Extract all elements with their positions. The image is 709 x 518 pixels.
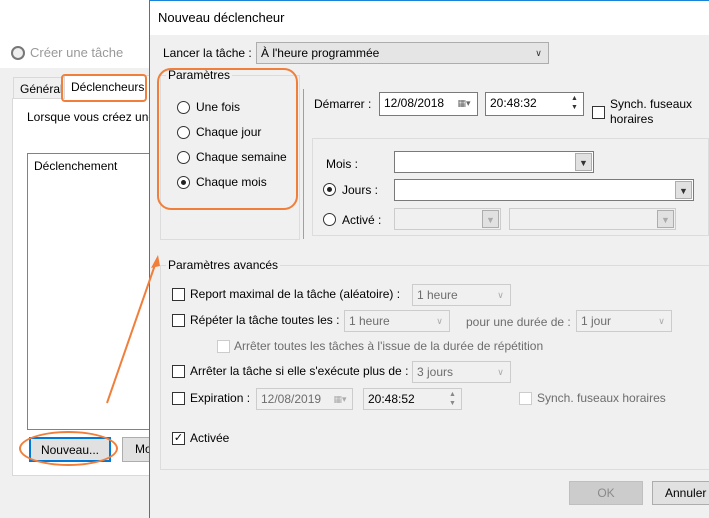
expiration-time-input[interactable]: 20:48:52 ▲ ▼	[363, 388, 462, 410]
days-select[interactable]: ▼	[394, 179, 694, 201]
weekday-select[interactable]: ▼	[509, 208, 676, 230]
stop-select[interactable]: 3 jours ∨	[412, 361, 511, 383]
duration-select[interactable]: 1 jour ∨	[576, 310, 672, 332]
intro-text: Lorsque vous créez une	[27, 110, 156, 124]
launch-label: Lancer la tâche :	[163, 46, 252, 60]
divider	[303, 89, 304, 239]
repeat-value: 1 heure	[349, 314, 390, 328]
stop-value: 3 jours	[417, 365, 454, 379]
radio-once[interactable]	[177, 101, 190, 114]
repeat-label: Répéter la tâche toutes les :	[190, 313, 340, 327]
calendar-icon: ▦▾	[333, 394, 347, 404]
dialog-title: Nouveau déclencheur	[150, 1, 709, 35]
create-task-titlebar: Créer une tâche	[0, 38, 160, 68]
repeat-select[interactable]: 1 heure ∨	[344, 310, 450, 332]
stop-label: Arrêter la tâche si elle s'exécute plus …	[190, 364, 409, 378]
delay-select[interactable]: 1 heure ∨	[412, 284, 511, 306]
calendar-icon[interactable]: ▦▾	[452, 94, 476, 112]
duration-value: 1 jour	[581, 314, 612, 328]
column-header-trigger: Déclenchement	[34, 159, 118, 173]
sync-timezones-label: Synch. fuseaux horaires	[610, 97, 693, 126]
expiration-date-value: 12/08/2019	[261, 392, 322, 406]
advanced-title: Paramètres avancés	[166, 258, 281, 272]
sync-timezones-checkbox[interactable]	[592, 106, 605, 119]
chevron-down-icon: ▼	[482, 210, 499, 228]
enabled-checkbox[interactable]: ✓	[172, 432, 185, 445]
radio-daily[interactable]	[177, 126, 190, 139]
option-weekly-label: Chaque semaine	[196, 150, 287, 164]
duration-label: pour une durée de :	[466, 315, 571, 329]
months-label: Mois :	[326, 157, 359, 171]
expiration-sync-label: Synch. fuseaux horaires	[537, 391, 666, 405]
week-select[interactable]: ▼	[394, 208, 501, 230]
start-label: Démarrer :	[314, 97, 372, 111]
cancel-button[interactable]: Annuler	[652, 481, 709, 505]
delay-value: 1 heure	[417, 288, 458, 302]
radio-days[interactable]	[323, 183, 336, 196]
chevron-down-icon: ∨	[658, 316, 665, 326]
ok-button[interactable]: OK	[569, 481, 643, 505]
expiration-time-value: 20:48:52	[368, 392, 415, 406]
days-label: Jours :	[342, 183, 379, 197]
option-daily-label: Chaque jour	[196, 125, 262, 139]
window-title: Créer une tâche	[30, 45, 124, 60]
stop-all-checkbox[interactable]	[217, 340, 230, 353]
radio-on[interactable]	[323, 213, 336, 226]
stop-all-label: Arrêter toutes les tâches à l'issue de l…	[234, 339, 544, 353]
highlight-tab	[61, 74, 147, 102]
chevron-down-icon: ▼	[657, 210, 674, 228]
chevron-down-icon: ∨	[436, 316, 443, 326]
chevron-down-icon: ∨	[497, 367, 504, 377]
expiration-label: Expiration :	[190, 391, 251, 405]
option-monthly-label: Chaque mois	[196, 175, 267, 189]
start-date-input[interactable]: 12/08/2018 ▦▾	[379, 92, 478, 116]
stop-checkbox[interactable]	[172, 365, 185, 378]
launch-value: À l'heure programmée	[261, 46, 380, 60]
radio-monthly[interactable]	[177, 176, 190, 189]
chevron-down-icon: ∨	[535, 48, 542, 58]
clock-icon	[11, 46, 25, 60]
delay-checkbox[interactable]	[172, 288, 185, 301]
expiration-checkbox[interactable]	[172, 392, 185, 405]
enabled-label: Activée	[190, 431, 230, 445]
chevron-down-icon: ▼	[675, 181, 692, 199]
spinner-icon[interactable]: ▲ ▼	[445, 390, 460, 408]
radio-weekly[interactable]	[177, 151, 190, 164]
chevron-down-icon: ∨	[497, 290, 504, 300]
triggers-list[interactable]: Déclenchement	[27, 153, 157, 430]
delay-label: Report maximal de la tâche (aléatoire) :	[190, 287, 401, 301]
start-time-input[interactable]: 20:48:32 ▲ ▼	[485, 92, 584, 116]
launch-select[interactable]: À l'heure programmée ∨	[256, 42, 549, 64]
repeat-checkbox[interactable]	[172, 314, 185, 327]
expiration-sync-checkbox[interactable]	[519, 392, 532, 405]
option-once-label: Une fois	[196, 100, 241, 114]
spinner-icon[interactable]: ▲ ▼	[567, 94, 582, 112]
months-select[interactable]: ▼	[394, 151, 594, 173]
chevron-down-icon: ▼	[575, 153, 592, 171]
on-label: Activé :	[342, 213, 382, 227]
highlight-new-button	[19, 431, 118, 466]
start-date-value: 12/08/2018	[384, 96, 445, 110]
start-time-value: 20:48:32	[490, 96, 537, 110]
expiration-date-input[interactable]: 12/08/2019 ▦▾	[256, 388, 353, 410]
